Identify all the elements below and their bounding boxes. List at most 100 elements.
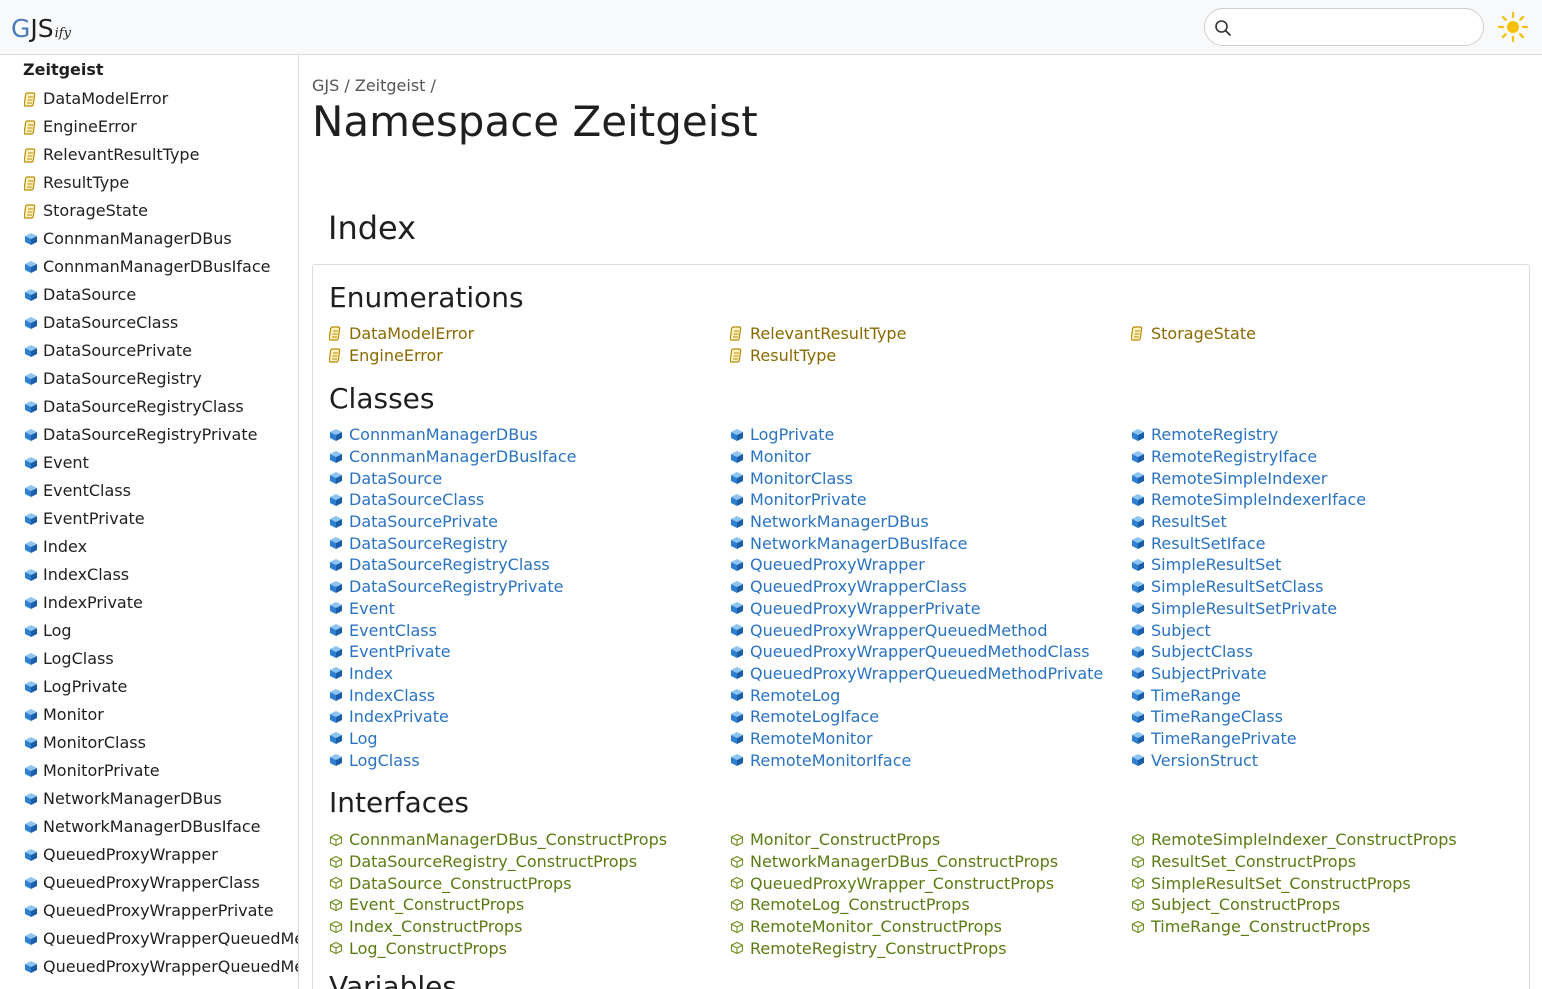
classes-link[interactable]: RemoteLog — [730, 684, 1131, 706]
sidebar-item[interactable]: Event — [24, 451, 294, 479]
sidebar-item[interactable]: DataSourceRegistry — [24, 367, 294, 395]
classes-link[interactable]: Log — [329, 728, 730, 750]
classes-link[interactable]: NetworkManagerDBusIface — [730, 532, 1131, 554]
sidebar-item[interactable]: EventClass — [24, 479, 294, 507]
classes-link[interactable]: SimpleResultSet — [1131, 554, 1532, 576]
interfaces-link[interactable]: Subject_ConstructProps — [1131, 894, 1532, 916]
sidebar-item[interactable]: QueuedProxyWrapperQueuedMethod — [24, 927, 298, 955]
classes-link[interactable]: IndexClass — [329, 684, 730, 706]
classes-link[interactable]: RemoteMonitor — [730, 728, 1131, 750]
classes-link[interactable]: RemoteMonitorIface — [730, 749, 1131, 771]
classes-link[interactable]: DataSourceRegistryPrivate — [329, 576, 730, 598]
interfaces-link[interactable]: ConnmanManagerDBus_ConstructProps — [329, 829, 730, 851]
theme-toggle-button[interactable] — [1497, 11, 1529, 43]
classes-link[interactable]: DataSourcePrivate — [329, 511, 730, 533]
classes-link[interactable]: SubjectClass — [1131, 641, 1532, 663]
sidebar-title[interactable]: Zeitgeist — [23, 60, 104, 79]
classes-link[interactable]: VersionStruct — [1131, 749, 1532, 771]
breadcrumb-zeitgeist[interactable]: Zeitgeist — [355, 76, 426, 95]
classes-link[interactable]: QueuedProxyWrapperClass — [730, 576, 1131, 598]
classes-link[interactable]: RemoteSimpleIndexerIface — [1131, 489, 1532, 511]
sidebar-item[interactable]: DataSourceRegistryClass — [24, 395, 294, 423]
sidebar-item[interactable]: MonitorPrivate — [24, 759, 294, 787]
classes-link[interactable]: EventPrivate — [329, 641, 730, 663]
interfaces-link[interactable]: RemoteRegistry_ConstructProps — [730, 937, 1131, 959]
sidebar-item[interactable]: ResultType — [24, 171, 294, 199]
sidebar-item[interactable]: LogPrivate — [24, 675, 294, 703]
sidebar-item[interactable]: QueuedProxyWrapper — [24, 843, 294, 871]
interfaces-link[interactable]: RemoteMonitor_ConstructProps — [730, 916, 1131, 938]
classes-link[interactable]: Subject — [1131, 619, 1532, 641]
sidebar-item[interactable]: StorageState — [24, 199, 294, 227]
interfaces-link[interactable]: RemoteLog_ConstructProps — [730, 894, 1131, 916]
interfaces-link[interactable]: SimpleResultSet_ConstructProps — [1131, 872, 1532, 894]
interfaces-link[interactable]: Index_ConstructProps — [329, 916, 730, 938]
breadcrumb-gjs[interactable]: GJS — [312, 76, 339, 95]
sidebar-item[interactable]: Monitor — [24, 703, 294, 731]
interfaces-link[interactable]: DataSourceRegistry_ConstructProps — [329, 851, 730, 873]
sidebar-item[interactable]: QueuedProxyWrapperPrivate — [24, 899, 294, 927]
classes-link[interactable]: IndexPrivate — [329, 706, 730, 728]
sidebar-item[interactable]: QueuedProxyWrapperClass — [24, 871, 294, 899]
classes-link[interactable]: QueuedProxyWrapperQueuedMethodClass — [730, 641, 1131, 663]
interfaces-link[interactable]: DataSource_ConstructProps — [329, 872, 730, 894]
enumerations-link[interactable]: ResultType — [730, 345, 1131, 367]
classes-link[interactable]: SimpleResultSetClass — [1131, 576, 1532, 598]
classes-link[interactable]: ResultSet — [1131, 511, 1532, 533]
sidebar-item[interactable]: DataSourceClass — [24, 311, 294, 339]
sidebar-item[interactable]: IndexClass — [24, 563, 294, 591]
classes-link[interactable]: QueuedProxyWrapperQueuedMethodPrivate — [730, 663, 1131, 685]
interfaces-link[interactable]: Monitor_ConstructProps — [730, 829, 1131, 851]
enumerations-link[interactable]: StorageState — [1131, 323, 1532, 345]
classes-link[interactable]: SubjectPrivate — [1131, 663, 1532, 685]
classes-link[interactable]: TimeRangeClass — [1131, 706, 1532, 728]
search-box[interactable] — [1204, 8, 1484, 46]
sidebar-item[interactable]: RelevantResultType — [24, 143, 294, 171]
classes-link[interactable]: RemoteSimpleIndexer — [1131, 467, 1532, 489]
classes-link[interactable]: QueuedProxyWrapperQueuedMethod — [730, 619, 1131, 641]
classes-link[interactable]: Event — [329, 598, 730, 620]
sidebar-item[interactable]: NetworkManagerDBusIface — [24, 815, 294, 843]
sidebar-item[interactable]: LogClass — [24, 647, 294, 675]
sidebar-item[interactable]: DataSourceRegistryPrivate — [24, 423, 294, 451]
classes-link[interactable]: Index — [329, 663, 730, 685]
sidebar-item[interactable]: Log — [24, 619, 294, 647]
classes-link[interactable]: EventClass — [329, 619, 730, 641]
classes-link[interactable]: TimeRangePrivate — [1131, 728, 1532, 750]
classes-link[interactable]: QueuedProxyWrapperPrivate — [730, 598, 1131, 620]
interfaces-link[interactable]: Log_ConstructProps — [329, 937, 730, 959]
sidebar-item[interactable]: EngineError — [24, 115, 294, 143]
interfaces-link[interactable]: TimeRange_ConstructProps — [1131, 916, 1532, 938]
sidebar-item[interactable]: NetworkManagerDBus — [24, 787, 294, 815]
sidebar-item[interactable]: DataSource — [24, 283, 294, 311]
classes-link[interactable]: Monitor — [730, 446, 1131, 468]
classes-link[interactable]: LogClass — [329, 749, 730, 771]
classes-link[interactable]: NetworkManagerDBus — [730, 511, 1131, 533]
classes-link[interactable]: ConnmanManagerDBus — [329, 424, 730, 446]
classes-link[interactable]: DataSourceClass — [329, 489, 730, 511]
classes-link[interactable]: DataSourceRegistry — [329, 532, 730, 554]
classes-link[interactable]: ConnmanManagerDBusIface — [329, 446, 730, 468]
classes-link[interactable]: DataSource — [329, 467, 730, 489]
sidebar-item[interactable]: ConnmanManagerDBus — [24, 227, 294, 255]
classes-link[interactable]: MonitorPrivate — [730, 489, 1131, 511]
classes-link[interactable]: RemoteRegistryIface — [1131, 446, 1532, 468]
classes-link[interactable]: DataSourceRegistryClass — [329, 554, 730, 576]
interfaces-link[interactable]: QueuedProxyWrapper_ConstructProps — [730, 872, 1131, 894]
sidebar-item[interactable]: EventPrivate — [24, 507, 294, 535]
sidebar-item[interactable]: ConnmanManagerDBusIface — [24, 255, 294, 283]
classes-link[interactable]: RemoteLogIface — [730, 706, 1131, 728]
enumerations-link[interactable]: DataModelError — [329, 323, 730, 345]
interfaces-link[interactable]: NetworkManagerDBus_ConstructProps — [730, 851, 1131, 873]
sidebar-item[interactable]: MonitorClass — [24, 731, 294, 759]
classes-link[interactable]: MonitorClass — [730, 467, 1131, 489]
classes-link[interactable]: QueuedProxyWrapper — [730, 554, 1131, 576]
interfaces-link[interactable]: ResultSet_ConstructProps — [1131, 851, 1532, 873]
classes-link[interactable]: ResultSetIface — [1131, 532, 1532, 554]
enumerations-link[interactable]: RelevantResultType — [730, 323, 1131, 345]
sidebar-item[interactable]: IndexPrivate — [24, 591, 294, 619]
interfaces-link[interactable]: RemoteSimpleIndexer_ConstructProps — [1131, 829, 1532, 851]
sidebar-item[interactable]: QueuedProxyWrapperQueuedMethodClass — [24, 955, 298, 983]
classes-link[interactable]: SimpleResultSetPrivate — [1131, 598, 1532, 620]
classes-link[interactable]: LogPrivate — [730, 424, 1131, 446]
